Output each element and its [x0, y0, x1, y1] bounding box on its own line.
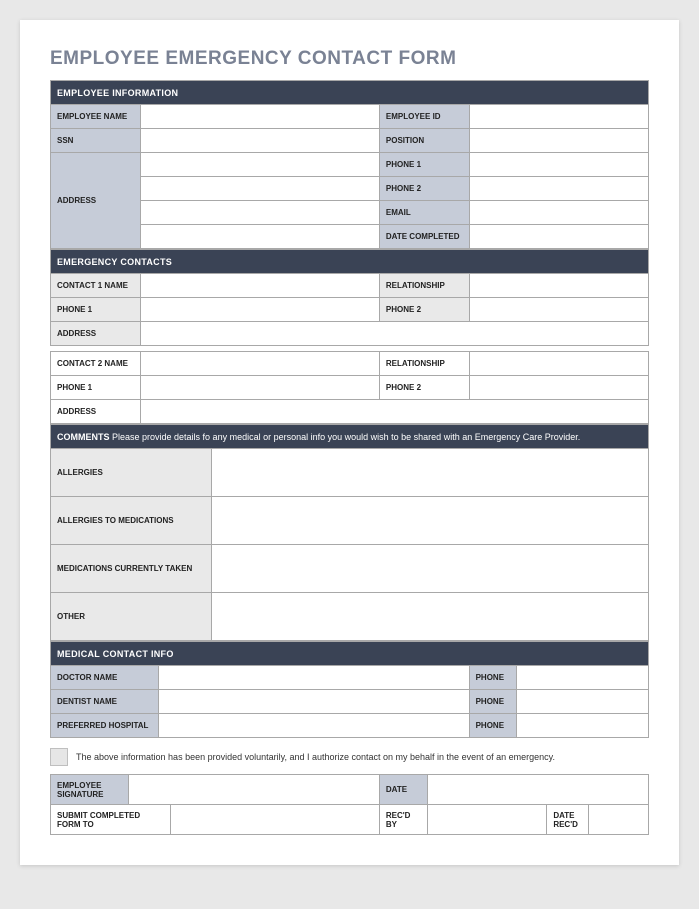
employee-info-table: EMPLOYEE INFORMATION EMPLOYEE NAME EMPLO…: [50, 80, 649, 249]
label-doctor: DOCTOR NAME: [51, 666, 159, 690]
label-dentist-phone: PHONE: [469, 690, 517, 714]
input-doctor[interactable]: [158, 666, 469, 690]
input-address-3[interactable]: [140, 201, 379, 225]
label-contact1-phone2: PHONE 2: [379, 298, 469, 322]
input-address-4[interactable]: [140, 225, 379, 249]
label-contact1-phone1: PHONE 1: [51, 298, 141, 322]
input-contact2-name[interactable]: [140, 352, 379, 376]
input-contact1-relationship[interactable]: [469, 274, 648, 298]
input-dentist-phone[interactable]: [517, 690, 649, 714]
label-sig-date: DATE: [379, 775, 427, 805]
label-email: EMAIL: [379, 201, 469, 225]
input-sig-date[interactable]: [427, 775, 648, 805]
label-allergies-meds: ALLERGIES TO MEDICATIONS: [51, 497, 212, 545]
label-hospital-phone: PHONE: [469, 714, 517, 738]
label-contact2-address: ADDRESS: [51, 400, 141, 424]
label-recd-by: REC'D BY: [379, 805, 427, 835]
input-contact1-address[interactable]: [140, 322, 648, 346]
input-contact2-address[interactable]: [140, 400, 648, 424]
input-employee-name[interactable]: [140, 105, 379, 129]
label-dentist: DENTIST NAME: [51, 690, 159, 714]
input-contact2-phone2[interactable]: [469, 376, 648, 400]
label-submit-to: SUBMIT COMPLETED FORM TO: [51, 805, 171, 835]
input-other[interactable]: [212, 593, 649, 641]
input-employee-signature[interactable]: [128, 775, 379, 805]
input-contact2-phone1[interactable]: [140, 376, 379, 400]
form-title: EMPLOYEE EMERGENCY CONTACT FORM: [50, 48, 649, 70]
label-contact2-relationship: RELATIONSHIP: [379, 352, 469, 376]
label-ssn: SSN: [51, 129, 141, 153]
input-contact1-name[interactable]: [140, 274, 379, 298]
input-recd-by[interactable]: [427, 805, 547, 835]
label-employee-name: EMPLOYEE NAME: [51, 105, 141, 129]
input-date-completed[interactable]: [469, 225, 648, 249]
label-phone1: PHONE 1: [379, 153, 469, 177]
comments-header-text: Please provide details fo any medical or…: [110, 432, 581, 442]
authorization-checkbox[interactable]: [50, 748, 68, 766]
label-allergies: ALLERGIES: [51, 449, 212, 497]
form-page: EMPLOYEE EMERGENCY CONTACT FORM EMPLOYEE…: [20, 20, 679, 865]
authorization-row: The above information has been provided …: [50, 748, 649, 766]
input-phone1[interactable]: [469, 153, 648, 177]
label-doctor-phone: PHONE: [469, 666, 517, 690]
label-other: OTHER: [51, 593, 212, 641]
input-hospital[interactable]: [158, 714, 469, 738]
label-address: ADDRESS: [51, 153, 141, 249]
label-meds-current: MEDICATIONS CURRENTLY TAKEN: [51, 545, 212, 593]
comments-table: COMMENTS Please provide details fo any m…: [50, 424, 649, 641]
comments-header: COMMENTS Please provide details fo any m…: [51, 425, 649, 449]
input-allergies[interactable]: [212, 449, 649, 497]
comments-header-bold: COMMENTS: [57, 432, 110, 442]
label-contact2-phone1: PHONE 1: [51, 376, 141, 400]
input-address-1[interactable]: [140, 153, 379, 177]
input-submit-to[interactable]: [170, 805, 379, 835]
label-contact1-relationship: RELATIONSHIP: [379, 274, 469, 298]
label-contact2-name: CONTACT 2 NAME: [51, 352, 141, 376]
input-contact1-phone2[interactable]: [469, 298, 648, 322]
label-contact2-phone2: PHONE 2: [379, 376, 469, 400]
input-contact2-relationship[interactable]: [469, 352, 648, 376]
label-date-recd: DATE REC'D: [547, 805, 589, 835]
label-employee-signature: EMPLOYEE SIGNATURE: [51, 775, 129, 805]
authorization-text: The above information has been provided …: [76, 752, 555, 762]
label-contact1-address: ADDRESS: [51, 322, 141, 346]
input-email[interactable]: [469, 201, 648, 225]
label-hospital: PREFERRED HOSPITAL: [51, 714, 159, 738]
input-position[interactable]: [469, 129, 648, 153]
input-doctor-phone[interactable]: [517, 666, 649, 690]
input-phone2[interactable]: [469, 177, 648, 201]
label-position: POSITION: [379, 129, 469, 153]
signature-table: EMPLOYEE SIGNATURE DATE SUBMIT COMPLETED…: [50, 774, 649, 835]
input-meds-current[interactable]: [212, 545, 649, 593]
employee-info-header: EMPLOYEE INFORMATION: [51, 81, 649, 105]
label-contact1-name: CONTACT 1 NAME: [51, 274, 141, 298]
medical-contact-header: MEDICAL CONTACT INFO: [51, 642, 649, 666]
emergency-contacts-header: EMERGENCY CONTACTS: [51, 250, 649, 274]
emergency-contacts-table: EMERGENCY CONTACTS CONTACT 1 NAME RELATI…: [50, 249, 649, 424]
input-ssn[interactable]: [140, 129, 379, 153]
label-employee-id: EMPLOYEE ID: [379, 105, 469, 129]
input-employee-id[interactable]: [469, 105, 648, 129]
label-date-completed: DATE COMPLETED: [379, 225, 469, 249]
input-hospital-phone[interactable]: [517, 714, 649, 738]
input-contact1-phone1[interactable]: [140, 298, 379, 322]
input-dentist[interactable]: [158, 690, 469, 714]
input-address-2[interactable]: [140, 177, 379, 201]
input-allergies-meds[interactable]: [212, 497, 649, 545]
input-date-recd[interactable]: [589, 805, 649, 835]
medical-contact-table: MEDICAL CONTACT INFO DOCTOR NAME PHONE D…: [50, 641, 649, 738]
label-phone2: PHONE 2: [379, 177, 469, 201]
